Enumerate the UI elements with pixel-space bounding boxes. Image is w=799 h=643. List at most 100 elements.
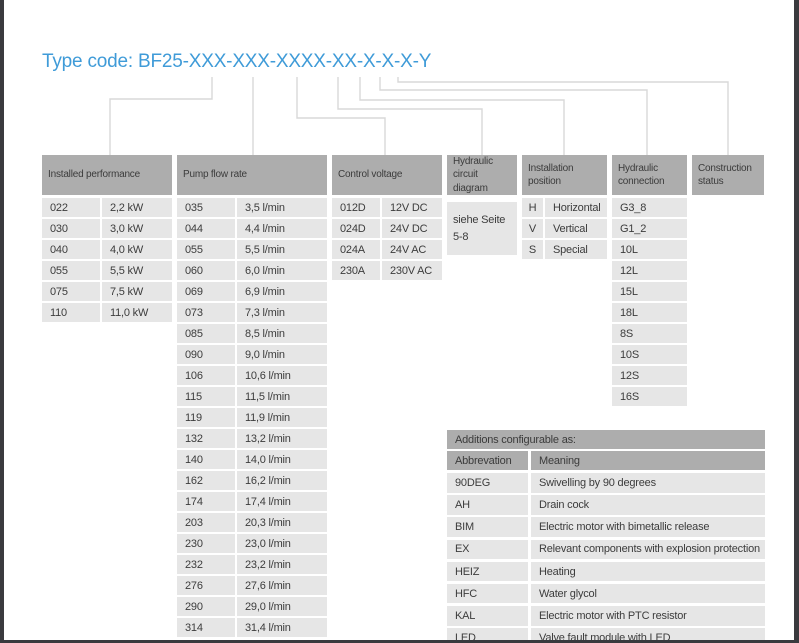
value-cell: 10S — [612, 345, 687, 364]
table-row: 0222,2 kW — [42, 198, 172, 217]
column-hydraulic-connection: Hydraulic connection G3_8G1_210L12L15L18… — [612, 155, 687, 408]
value-cell: 2,2 kW — [102, 198, 172, 217]
table-row: 0555,5 l/min — [177, 240, 327, 259]
value-cell: Swivelling by 90 degrees — [531, 473, 765, 493]
code-cell: 276 — [177, 576, 235, 595]
value-cell: Water glycol — [531, 584, 765, 604]
value-cell: 7,3 l/min — [237, 303, 327, 322]
table-row: 18L — [612, 303, 687, 322]
table-row: 11911,9 l/min — [177, 408, 327, 427]
code-cell: 115 — [177, 387, 235, 406]
code-cell: 024A — [332, 240, 380, 259]
value-cell: 16S — [612, 387, 687, 406]
code-cell: KAL — [447, 606, 528, 626]
code-cell: 290 — [177, 597, 235, 616]
table-row: 0858,5 l/min — [177, 324, 327, 343]
table-row: G1_2 — [612, 219, 687, 238]
value-cell: 11,5 l/min — [237, 387, 327, 406]
value-cell: 16,2 l/min — [237, 471, 327, 490]
value-cell: Electric motor with bimetallic release — [531, 517, 765, 537]
value-cell: 12S — [612, 366, 687, 385]
additions-title: Additions configurable as: — [447, 430, 765, 449]
connector-construction-status — [398, 77, 728, 155]
value-cell: 24V AC — [382, 240, 442, 259]
column-header-installed-performance: Installed performance — [42, 155, 172, 195]
table-row: 0404,0 kW — [42, 240, 172, 259]
additions-header-abbrevation: Abbrevation — [447, 451, 528, 470]
value-cell: Relevant components with explosion prote… — [531, 540, 765, 560]
table-row: 0606,0 l/min — [177, 261, 327, 280]
value-cell: 5,5 kW — [102, 261, 172, 280]
connector-control-voltage — [297, 77, 385, 155]
column-installation-position: Installation position HHorizontalVVertic… — [522, 155, 607, 261]
code-cell: 203 — [177, 513, 235, 532]
page-right-border — [794, 0, 799, 643]
table-row: 16216,2 l/min — [177, 471, 327, 490]
code-cell: 035 — [177, 198, 235, 217]
code-cell: 073 — [177, 303, 235, 322]
table-row: 23023,0 l/min — [177, 534, 327, 553]
value-cell: 24V DC — [382, 219, 442, 238]
code-cell: HFC — [447, 584, 528, 604]
value-cell: G3_8 — [612, 198, 687, 217]
table-row: 10S — [612, 345, 687, 364]
additions-header-meaning: Meaning — [531, 451, 765, 470]
table-row: 0444,4 l/min — [177, 219, 327, 238]
table-row: 90DEGSwivelling by 90 degrees — [447, 473, 765, 493]
value-cell: 6,9 l/min — [237, 282, 327, 301]
code-cell: 022 — [42, 198, 100, 217]
table-row: KALElectric motor with PTC resistor — [447, 606, 765, 626]
value-cell: Drain cock — [531, 495, 765, 515]
table-row: 10610,6 l/min — [177, 366, 327, 385]
value-cell: 12V DC — [382, 198, 442, 217]
value-cell: 13,2 l/min — [237, 429, 327, 448]
value-cell: 11,9 l/min — [237, 408, 327, 427]
code-cell: 012D — [332, 198, 380, 217]
code-cell: 90DEG — [447, 473, 528, 493]
column-control-voltage: Control voltage 012D12V DC024D24V DC024A… — [332, 155, 442, 282]
value-cell: 17,4 l/min — [237, 492, 327, 511]
column-header-installation-position: Installation position — [522, 155, 607, 195]
code-cell: 314 — [177, 618, 235, 637]
code-cell: HEIZ — [447, 562, 528, 582]
type-code-page: Type code: BF25-XXX-XXX-XXXX-XX-X-X-X-Y … — [0, 0, 799, 643]
table-row: 12L — [612, 261, 687, 280]
installed-performance-rows: 0222,2 kW0303,0 kW0404,0 kW0555,5 kW0757… — [42, 198, 172, 322]
code-cell: 069 — [177, 282, 235, 301]
column-header-construction-status: Construction status — [692, 155, 764, 195]
table-row: 0353,5 l/min — [177, 198, 327, 217]
table-row: G3_8 — [612, 198, 687, 217]
table-row: 8S — [612, 324, 687, 343]
table-row: 11011,0 kW — [42, 303, 172, 322]
table-row: SSpecial — [522, 240, 607, 259]
additions-header-row: Abbrevation Meaning — [447, 451, 765, 470]
table-row: 10L — [612, 240, 687, 259]
column-installed-performance: Installed performance 0222,2 kW 0303,0 kW… — [42, 155, 172, 324]
table-row: AHDrain cock — [447, 495, 765, 515]
value-cell: 12L — [612, 261, 687, 280]
table-row: 0555,5 kW — [42, 261, 172, 280]
table-row: 27627,6 l/min — [177, 576, 327, 595]
additions-table: Additions configurable as: Abbrevation M… — [447, 430, 765, 643]
column-header-hydraulic-circuit-diagram: Hydraulic circuit diagram — [447, 155, 517, 195]
code-cell: 230A — [332, 261, 380, 280]
value-cell: Heating — [531, 562, 765, 582]
value-cell: 31,4 l/min — [237, 618, 327, 637]
code-cell: 044 — [177, 219, 235, 238]
table-row: 0737,3 l/min — [177, 303, 327, 322]
table-row: 0303,0 kW — [42, 219, 172, 238]
table-row: HHorizontal — [522, 198, 607, 217]
code-cell: 040 — [42, 240, 100, 259]
code-cell: 119 — [177, 408, 235, 427]
code-cell: 055 — [177, 240, 235, 259]
value-cell: 23,0 l/min — [237, 534, 327, 553]
code-cell: AH — [447, 495, 528, 515]
value-cell: 10L — [612, 240, 687, 259]
table-row: 12S — [612, 366, 687, 385]
value-cell: Special — [545, 240, 607, 259]
table-row: 0696,9 l/min — [177, 282, 327, 301]
value-cell: 5,5 l/min — [237, 240, 327, 259]
code-cell: 085 — [177, 324, 235, 343]
value-cell: Vertical — [545, 219, 607, 238]
code-cell: 230 — [177, 534, 235, 553]
